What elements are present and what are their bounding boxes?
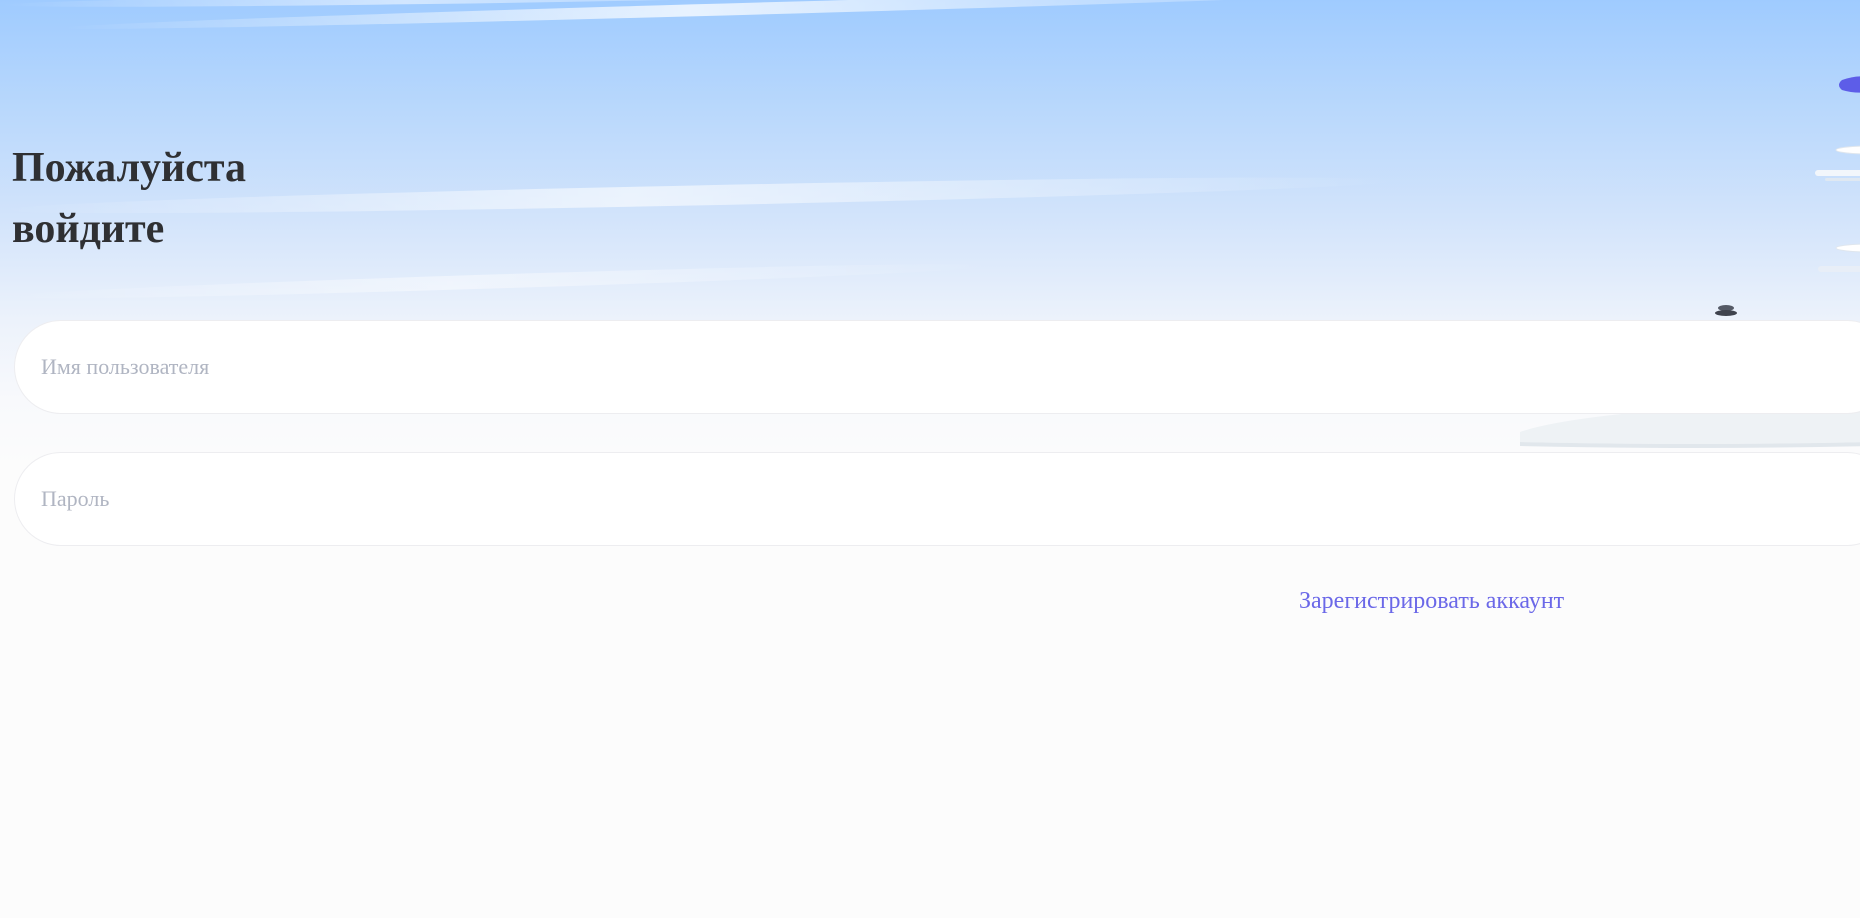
page-title-line1: Пожалуйста	[12, 145, 246, 191]
register-account-link[interactable]: Зарегистрировать аккаунт	[1299, 588, 1564, 615]
password-input[interactable]	[41, 453, 1860, 545]
username-input[interactable]	[41, 321, 1860, 413]
username-field[interactable]	[14, 320, 1860, 414]
page-title: Пожалуйста войдите	[12, 138, 312, 260]
cloud-streak	[0, 258, 1000, 304]
page-title-line2: войдите	[12, 206, 165, 252]
password-field[interactable]	[14, 452, 1860, 546]
